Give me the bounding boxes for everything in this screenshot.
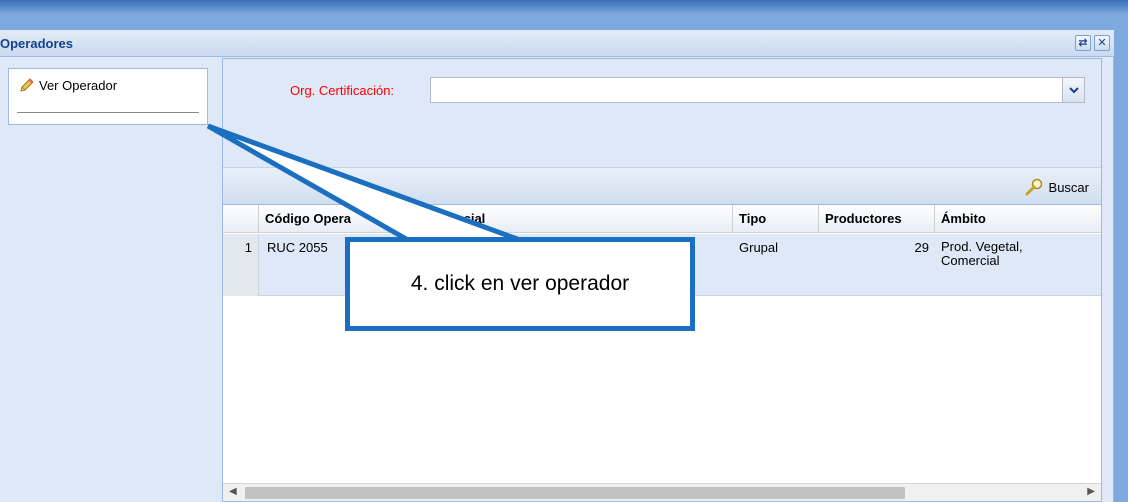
col-codigo[interactable]: Código Opera	[259, 205, 415, 233]
cell-ambito-line1: Prod. Vegetal,	[941, 239, 1023, 254]
left-actions-panel: Ver Operador	[0, 58, 220, 502]
cell-ambito-line2: Comercial	[941, 253, 1000, 268]
refresh-icon[interactable]: ⇄	[1075, 35, 1091, 51]
magnifier-icon	[1025, 178, 1042, 196]
cell-tipo: Grupal	[739, 240, 779, 255]
chevron-down-icon[interactable]	[1062, 78, 1084, 102]
ver-operador-button[interactable]: Ver Operador	[19, 76, 117, 94]
action-divider	[17, 112, 199, 113]
grid-header: Código Opera zón Social Tipo Productores…	[223, 205, 1101, 233]
col-ambito[interactable]: Ámbito	[935, 205, 1101, 233]
org-certificacion-label: Org. Certificación:	[290, 83, 395, 98]
row-number: 1	[223, 234, 259, 296]
pencil-icon	[20, 78, 34, 92]
col-tipo[interactable]: Tipo	[733, 205, 819, 233]
window-title: Operadores	[0, 36, 73, 51]
org-certificacion-combo[interactable]	[430, 77, 1085, 103]
cell-ambito: Prod. Vegetal, Comercial	[935, 234, 1101, 296]
close-icon[interactable]: ✕	[1094, 35, 1110, 51]
ver-operador-label: Ver Operador	[39, 77, 118, 93]
annotation-callout: 4. click en ver operador	[345, 237, 695, 331]
col-productores[interactable]: Productores	[819, 205, 935, 233]
annotation-text: 4. click en ver operador	[410, 272, 630, 295]
buscar-button[interactable]: Buscar	[1024, 178, 1089, 196]
scroll-right-icon[interactable]: ▶	[1087, 486, 1095, 497]
grid-toolbar: Buscar	[223, 167, 1101, 205]
actions-box: Ver Operador	[8, 68, 208, 125]
col-razon-social[interactable]: zón Social	[415, 205, 733, 233]
scrollbar-thumb[interactable]	[245, 487, 905, 499]
window-titlebar: Operadores ⇄ ✕	[0, 30, 1114, 57]
horizontal-scrollbar[interactable]: ◀ ▶	[223, 483, 1101, 501]
buscar-label: Buscar	[1048, 179, 1089, 195]
filter-form: Org. Certificación:	[223, 59, 1101, 167]
cell-productores: 29	[914, 240, 929, 255]
scroll-left-icon[interactable]: ◀	[229, 486, 237, 497]
col-rownum	[223, 205, 259, 233]
